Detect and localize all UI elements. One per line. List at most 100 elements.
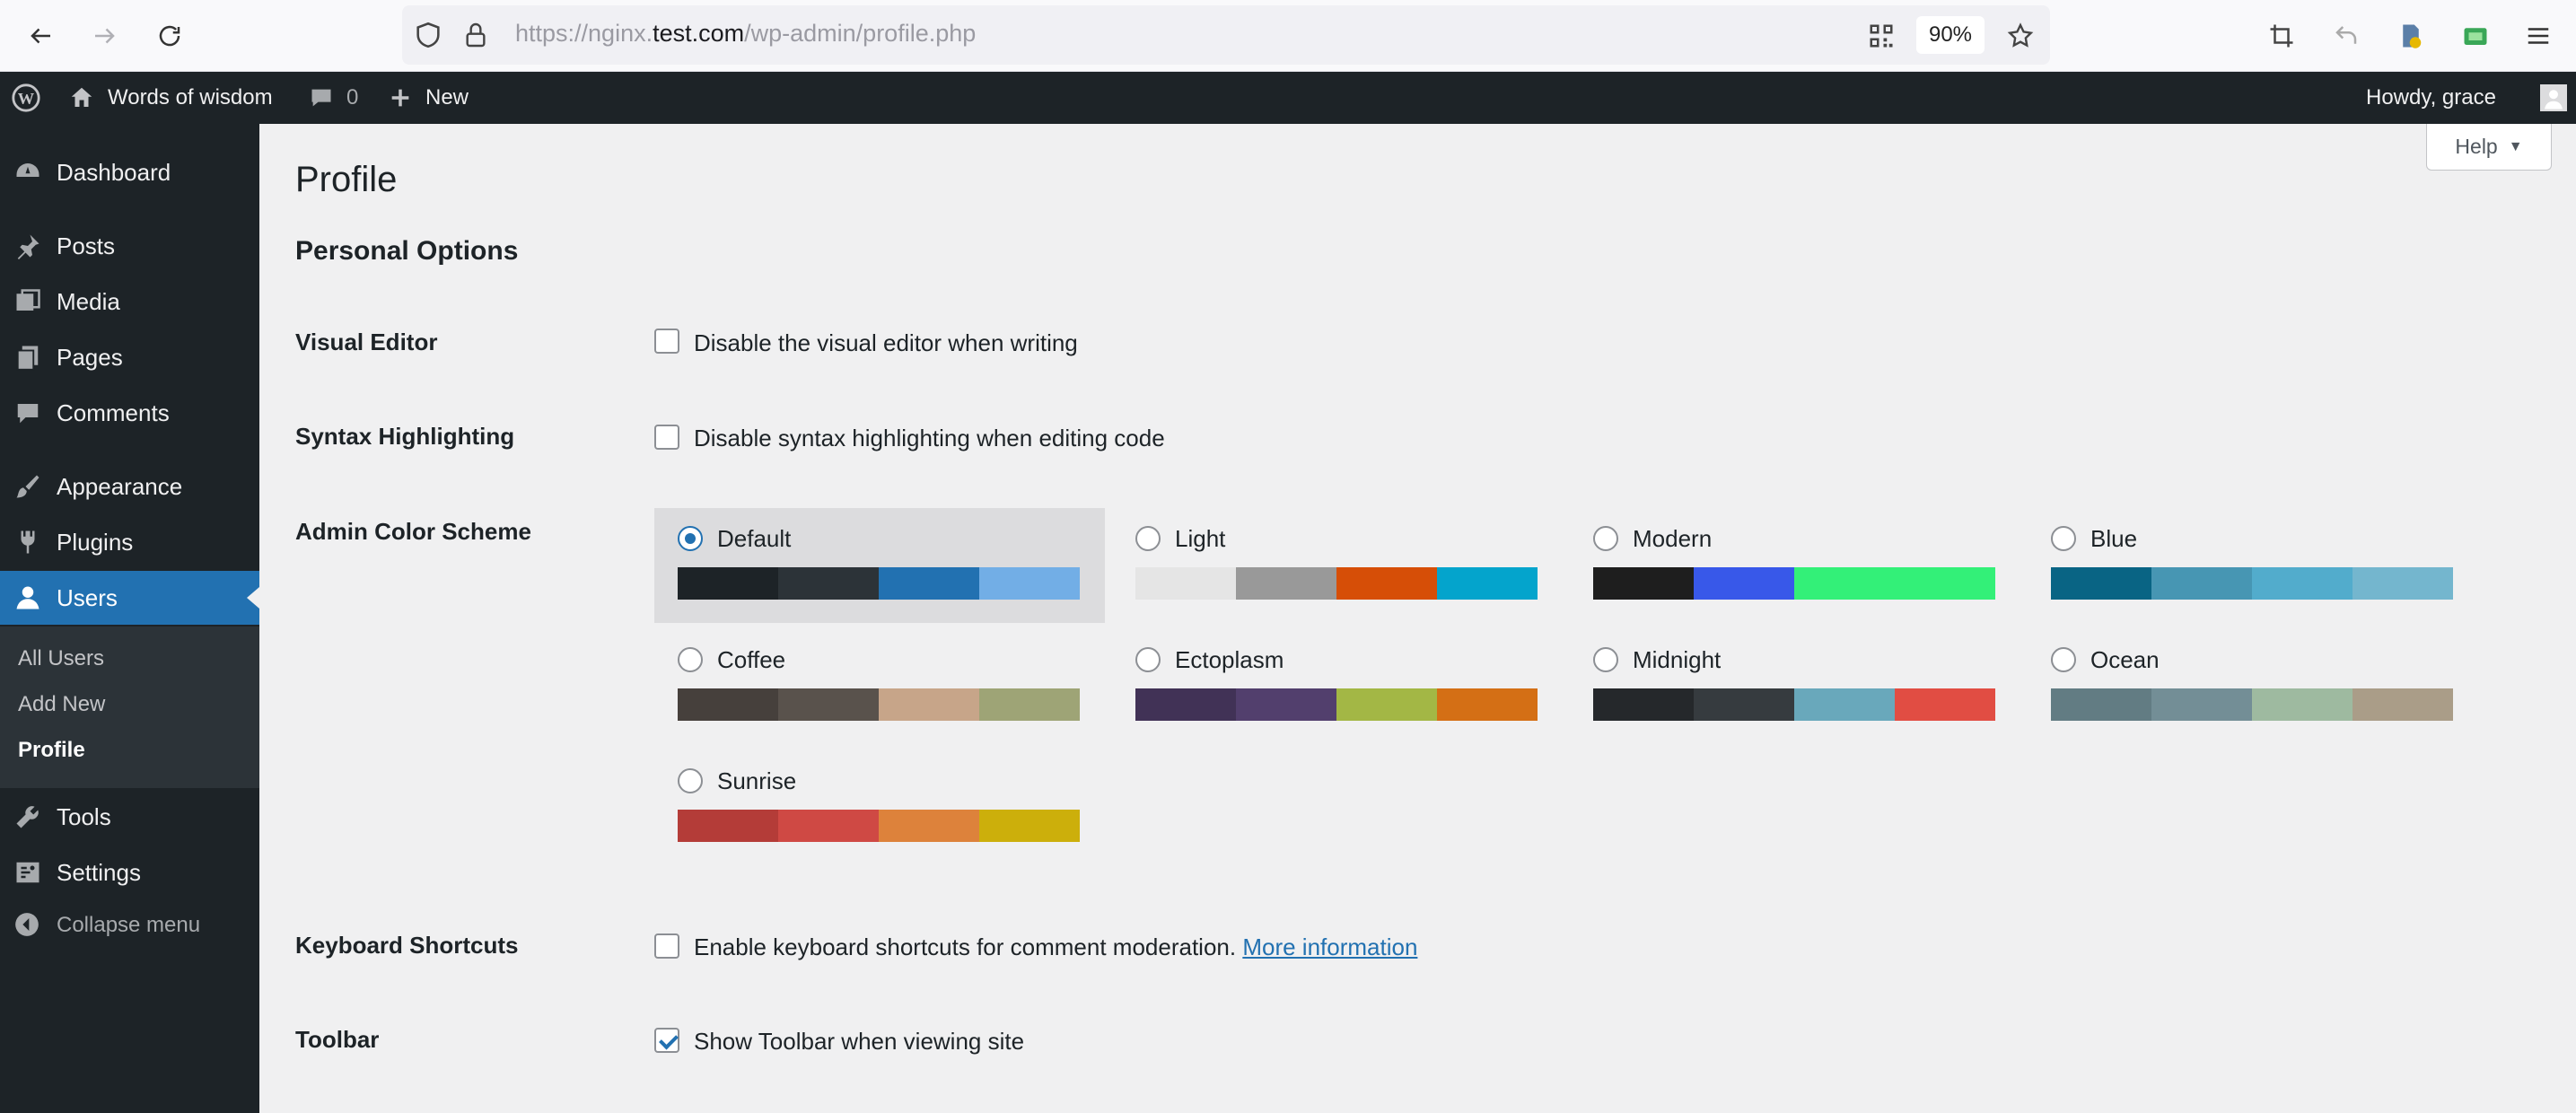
avatar[interactable] [2540, 72, 2576, 124]
color-scheme-option-default[interactable]: Default [654, 508, 1105, 623]
color-swatch [2151, 567, 2252, 600]
color-scheme-radio[interactable] [1135, 526, 1161, 551]
color-swatch [2353, 567, 2453, 600]
color-scheme-option-coffee[interactable]: Coffee [654, 629, 1105, 744]
color-scheme-name[interactable]: Midnight [1633, 646, 1721, 674]
sidebar-item-label: Settings [57, 858, 141, 886]
toolbar-option[interactable]: Show Toolbar when viewing site [694, 1028, 1024, 1056]
my-account-link[interactable]: Howdy, grace [2366, 72, 2496, 124]
color-scheme-radio[interactable] [678, 526, 703, 551]
url-text[interactable]: https://nginx.test.com/wp-admin/profile.… [515, 20, 976, 48]
back-button[interactable] [22, 16, 61, 56]
color-swatch [1895, 567, 1995, 600]
bookmark-star-icon[interactable] [2002, 18, 2038, 54]
collapse-menu-button[interactable]: Collapse menu [0, 903, 259, 948]
sidebar-item-appearance[interactable]: Appearance [0, 460, 259, 513]
color-swatches [678, 810, 1080, 842]
color-scheme-name[interactable]: Coffee [717, 646, 785, 674]
color-swatch [1135, 567, 1236, 600]
comments-count: 0 [346, 85, 359, 110]
color-swatch [778, 688, 879, 721]
sidebar-item-comments[interactable]: Comments [0, 386, 259, 440]
submenu-add-new[interactable]: Add New [18, 692, 105, 717]
comments-link[interactable]: 0 [309, 72, 358, 124]
color-scheme-option-modern[interactable]: Modern [1570, 508, 2020, 623]
zoom-level[interactable]: 90% [1916, 16, 1985, 54]
sidebar-item-settings[interactable]: Settings [0, 846, 259, 899]
brush-icon [13, 471, 43, 502]
undo-arrow-icon[interactable] [2328, 18, 2364, 54]
pages-icon [13, 342, 43, 372]
qr-code-icon[interactable] [1863, 18, 1899, 54]
wordpress-logo-icon[interactable]: W [11, 72, 54, 124]
visual-editor-checkbox[interactable] [654, 329, 679, 354]
arrow-left-icon [31, 28, 50, 44]
color-scheme-option-ocean[interactable]: Ocean [2028, 629, 2478, 744]
keyboard-shortcuts-text: Enable keyboard shortcuts for comment mo… [694, 933, 1237, 960]
color-swatch [1437, 567, 1538, 600]
sidebar-item-media[interactable]: Media [0, 275, 259, 329]
color-swatch [1336, 688, 1437, 721]
color-scheme-option-ectoplasm[interactable]: Ectoplasm [1112, 629, 1563, 744]
color-swatch [1336, 567, 1437, 600]
color-swatches [2051, 567, 2453, 600]
color-scheme-radio[interactable] [2051, 526, 2076, 551]
color-scheme-name[interactable]: Modern [1633, 525, 1712, 553]
sidebar-item-label: Comments [57, 399, 170, 426]
color-scheme-radio[interactable] [1593, 526, 1618, 551]
color-swatch [1794, 567, 1895, 600]
plus-icon [391, 89, 409, 107]
syntax-highlighting-option[interactable]: Disable syntax highlighting when editing… [694, 425, 1165, 452]
color-scheme-name[interactable]: Ectoplasm [1175, 646, 1284, 674]
color-scheme-name[interactable]: Sunrise [717, 767, 796, 795]
more-information-link[interactable]: More information [1242, 933, 1417, 960]
color-scheme-option-blue[interactable]: Blue [2028, 508, 2478, 623]
new-content-link[interactable]: New [388, 72, 469, 124]
reload-button[interactable] [150, 16, 189, 56]
color-swatch [1694, 688, 1794, 721]
color-scheme-radio[interactable] [1593, 647, 1618, 672]
color-scheme-option-light[interactable]: Light [1112, 508, 1563, 623]
extension-document-icon[interactable] [2393, 18, 2429, 54]
color-swatches [1593, 688, 1995, 721]
keyboard-shortcuts-checkbox[interactable] [654, 933, 679, 959]
color-scheme-name[interactable]: Ocean [2090, 646, 2160, 674]
syntax-highlighting-checkbox[interactable] [654, 425, 679, 450]
color-swatch [778, 567, 879, 600]
collapse-label: Collapse menu [57, 913, 201, 937]
sidebar-item-posts[interactable]: Posts [0, 219, 259, 273]
sidebar-item-users[interactable]: Users [0, 571, 259, 625]
hamburger-menu-icon[interactable] [2520, 18, 2556, 54]
color-scheme-name[interactable]: Light [1175, 525, 1225, 553]
keyboard-shortcuts-option[interactable]: Enable keyboard shortcuts for comment mo… [694, 933, 1417, 961]
color-swatch [979, 688, 1080, 721]
color-scheme-radio[interactable] [2051, 647, 2076, 672]
sidebar-item-pages[interactable]: Pages [0, 330, 259, 384]
submenu-all-users[interactable]: All Users [18, 646, 104, 671]
visual-editor-label: Visual Editor [295, 329, 438, 355]
visual-editor-option[interactable]: Disable the visual editor when writing [694, 329, 1078, 357]
extension-green-icon[interactable] [2458, 18, 2493, 54]
sidebar-item-dashboard[interactable]: Dashboard [0, 145, 259, 199]
color-scheme-radio[interactable] [678, 768, 703, 793]
color-swatch [1593, 567, 1694, 600]
color-scheme-option-sunrise[interactable]: Sunrise [654, 750, 1105, 865]
site-name-link[interactable]: Words of wisdom [68, 72, 273, 124]
color-swatch [2252, 688, 2353, 721]
color-scheme-name[interactable]: Blue [2090, 525, 2137, 553]
sidebar-item-tools[interactable]: Tools [0, 790, 259, 844]
color-swatch [1135, 688, 1236, 721]
forward-button[interactable] [84, 16, 124, 56]
color-scheme-radio[interactable] [678, 647, 703, 672]
lock-icon[interactable] [461, 20, 490, 50]
color-scheme-option-midnight[interactable]: Midnight [1570, 629, 2020, 744]
toolbar-checkbox[interactable] [654, 1028, 679, 1053]
tracking-shield-icon[interactable] [413, 20, 443, 50]
help-button[interactable]: Help ▼ [2426, 124, 2552, 171]
crop-icon[interactable] [2264, 18, 2300, 54]
submenu-profile[interactable]: Profile [18, 738, 85, 763]
sidebar-item-plugins[interactable]: Plugins [0, 515, 259, 569]
color-scheme-radio[interactable] [1135, 647, 1161, 672]
arrow-right-icon [95, 28, 115, 44]
color-scheme-name[interactable]: Default [717, 525, 791, 553]
